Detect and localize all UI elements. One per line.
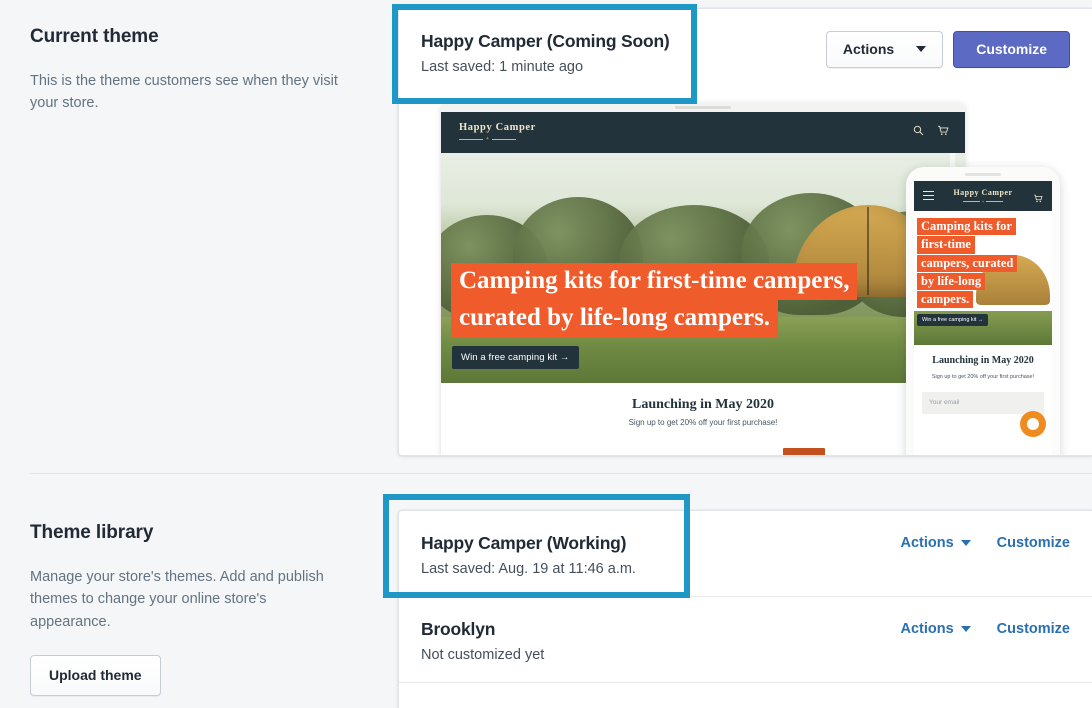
mobile-headline-line-3: campers, curated [917,254,1018,272]
theme-row-name: Brooklyn [421,619,496,639]
theme-row-name: Happy Camper (Working) [421,533,627,553]
hero-headline-line-1: Camping kits for first-time campers, [451,263,858,300]
theme-library-description-column: Theme library Manage your store's themes… [0,502,390,708]
preview-launch-subtitle: Sign up to get 20% off your first purcha… [628,418,778,427]
mobile-store-logo-text: Happy Camper [953,188,1013,197]
mobile-signup-section: Launching in May 2020 Sign up to get 20%… [914,345,1052,455]
customize-link[interactable]: Customize [997,621,1070,637]
preview-launch-title: Launching in May 2020 [632,397,774,412]
preview-store-logo-text: Happy Camper [459,122,536,134]
current-theme-description-column: Current theme This is the theme customer… [0,0,390,470]
theme-preview: Happy Camper + Camping kits for first-ti… [399,99,1092,455]
mobile-launch-subtitle: Sign up to get 20% off your first purcha… [931,373,1035,380]
current-theme-description: This is the theme customers see when the… [30,73,338,112]
theme-row-info: Brooklyn Not customized yet [421,617,901,663]
desktop-browser-bar [441,103,965,112]
table-row[interactable]: Happy Camper (Working) Last saved: Aug. … [399,511,1092,597]
preview-logo-divider-mark: + [486,135,489,142]
theme-row-meta: Last saved: Aug. 19 at 11:46 a.m. [421,561,636,577]
actions-link-label: Actions [900,621,954,637]
mobile-hero-cta-button[interactable]: Win a free camping kit → [917,314,989,327]
chevron-down-icon [960,540,971,546]
chevron-down-icon [960,626,971,632]
mobile-headline-line-2: first-time [917,236,975,254]
current-theme-section: Current theme This is the theme customer… [0,0,1092,470]
mobile-hero: Camping kits for first-time campers, cur… [914,211,1052,345]
theme-row-info: Happy Camper (Working) Last saved: Aug. … [421,531,901,577]
current-theme-card-column: Happy Camper (Coming Soon) Last saved: 1… [390,0,1092,470]
chevron-down-icon [916,46,927,53]
theme-library-section: Theme library Manage your store's themes… [0,502,1092,708]
theme-row-actions: Actions Customize [901,531,1071,551]
email-field[interactable]: Your email [922,391,1044,414]
mobile-preview[interactable]: Happy Camper + Camping kits for first-ti… [906,167,1060,455]
preview-signup-section: Launching in May 2020 Sign up to get 20%… [441,383,965,455]
actions-link[interactable]: Actions [901,535,971,551]
theme-row-meta: Not customized yet [421,647,545,663]
preview-logo-divider: + [459,135,536,142]
customize-button[interactable]: Customize [953,31,1070,68]
desktop-preview[interactable]: Happy Camper + Camping kits for first-ti… [441,103,965,455]
actions-link[interactable]: Actions [901,621,971,637]
preview-header-icons [913,125,949,136]
customize-link[interactable]: Customize [997,535,1070,551]
actions-button-label: Actions [842,41,895,57]
hero-headline-line-2: curated by life-long campers. [451,300,779,337]
theme-library-card: Happy Camper (Working) Last saved: Aug. … [398,510,1092,708]
table-row[interactable]: Brooklyn Not customized yet Actions Cust… [399,597,1092,683]
section-divider [30,473,1092,474]
search-icon[interactable] [913,125,924,136]
mobile-launch-title: Launching in May 2020 [932,355,1034,366]
actions-button[interactable]: Actions [825,31,944,68]
theme-library-title: Theme library [30,522,154,543]
mobile-headline-line-4: by life-long [917,272,986,290]
theme-library-description: Manage your store's themes. Add and publ… [30,569,324,630]
table-row[interactable]: Debut Actions Customize [399,683,1092,708]
current-theme-card: Happy Camper (Coming Soon) Last saved: 1… [398,8,1092,456]
theme-row-info: Debut [421,703,901,708]
theme-library-card-column: Happy Camper (Working) Last saved: Aug. … [390,502,1092,708]
theme-settings-page: Current theme This is the theme customer… [0,0,1092,708]
cart-icon[interactable] [937,125,949,136]
mobile-hero-copy: Camping kits for first-time campers, cur… [917,217,1018,327]
email-submit-button[interactable] [1020,411,1046,437]
current-theme-name: Happy Camper (Coming Soon) [421,31,670,51]
mobile-logo-divider: + [953,199,1012,204]
preview-accent-chip [783,448,825,455]
upload-theme-button[interactable]: Upload theme [30,655,161,697]
actions-link-label: Actions [900,535,954,551]
hamburger-menu-icon[interactable] [923,191,934,203]
preview-store-header: Happy Camper + [441,112,965,153]
current-theme-info: Happy Camper (Coming Soon) Last saved: 1… [421,29,826,75]
preview-store-logo: Happy Camper + [459,123,536,142]
mobile-store-header: Happy Camper + [914,181,1052,211]
hero-cta-button[interactable]: Win a free camping kit → [452,346,579,369]
hero-copy: Camping kits for first-time campers, cur… [451,263,965,369]
theme-row-actions: Actions Customize [901,703,1071,708]
mobile-store-logo: Happy Camper + [953,188,1012,204]
mobile-logo-divider-mark: + [981,199,985,204]
mobile-headline-line-5: campers. [917,291,974,309]
current-theme-header-actions: Actions Customize [825,29,1070,68]
theme-row-actions: Actions Customize [901,617,1071,637]
mobile-headline-line-1: Camping kits for [917,218,1016,236]
page-title: Current theme [30,26,159,47]
mobile-preview-screen: Happy Camper + Camping kits for first-ti… [914,181,1052,455]
current-theme-last-saved: Last saved: 1 minute ago [421,59,584,75]
cart-icon[interactable] [1033,190,1043,208]
current-theme-card-header: Happy Camper (Coming Soon) Last saved: 1… [399,9,1092,99]
preview-hero: Camping kits for first-time campers, cur… [441,153,965,383]
